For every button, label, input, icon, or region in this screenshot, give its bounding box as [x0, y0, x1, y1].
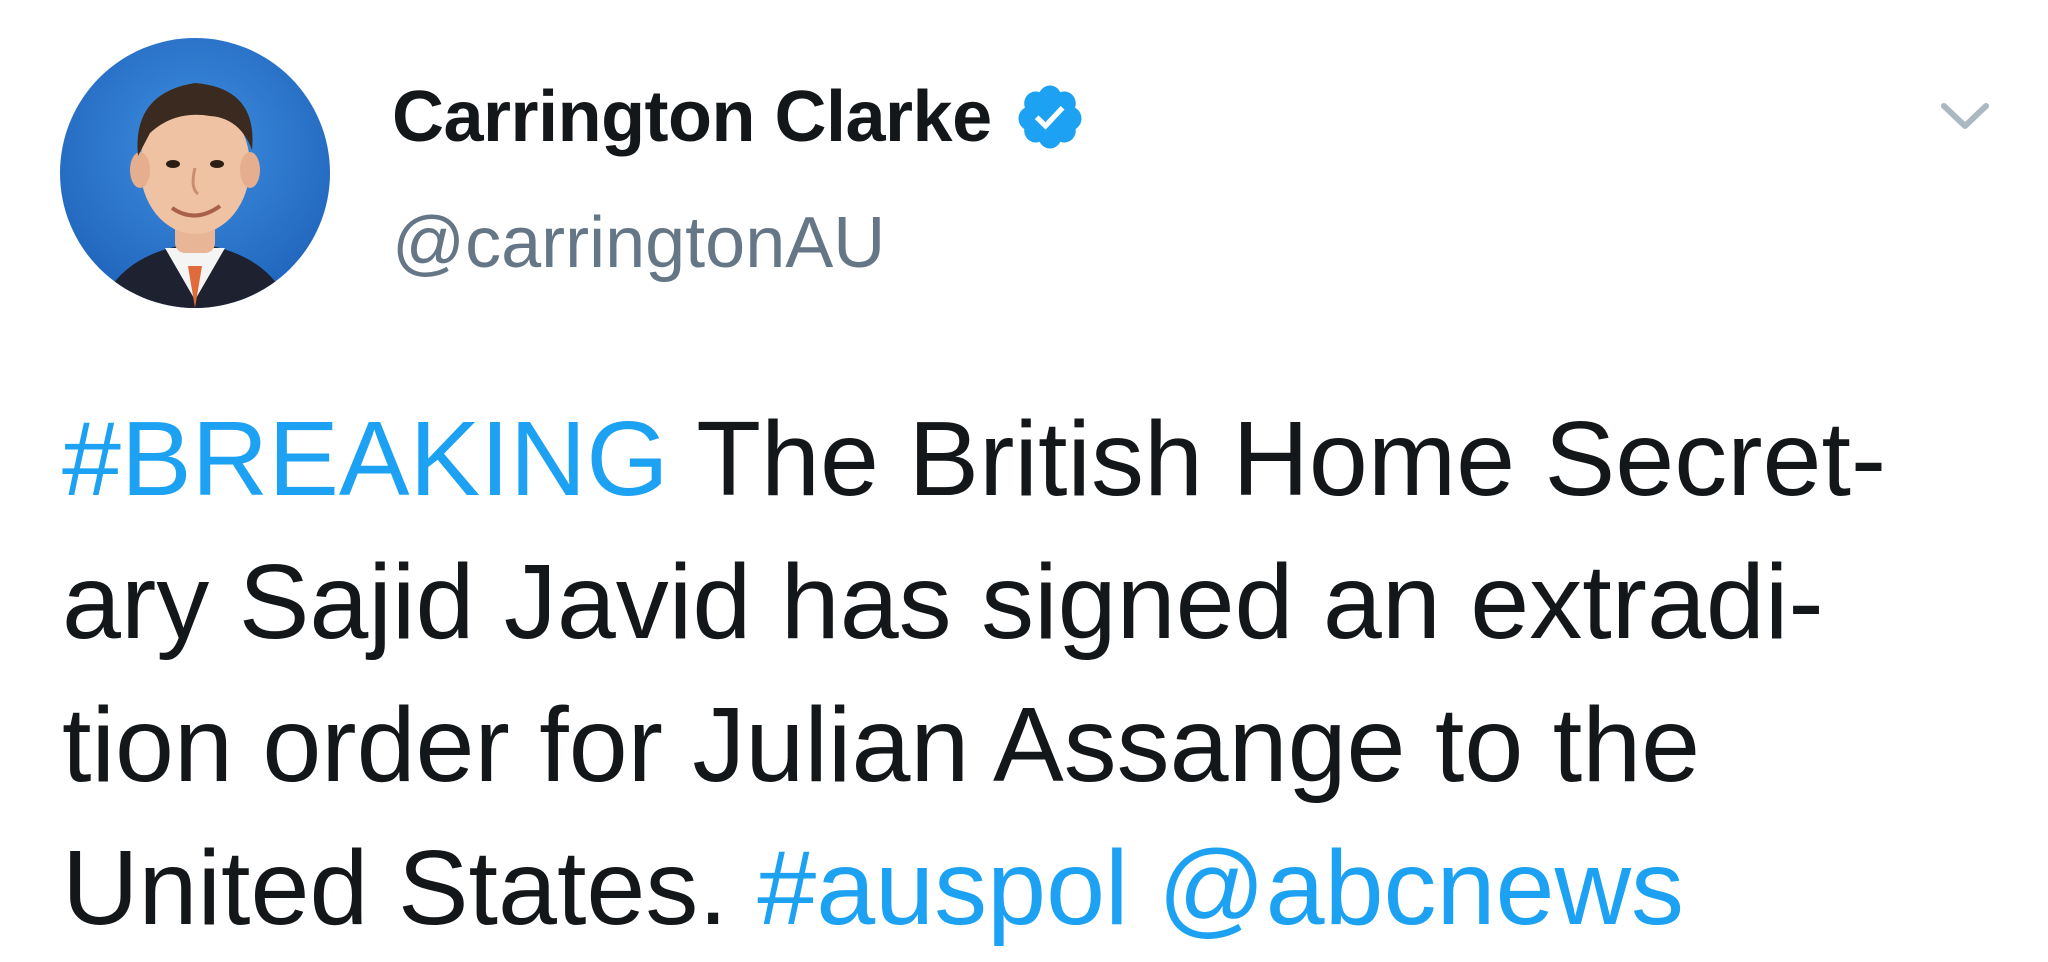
tweet-line-4: United States. #auspol @abcnews [62, 817, 2022, 960]
profile-photo [60, 38, 330, 308]
hashtag-auspol-link[interactable]: #auspol [757, 829, 1128, 947]
tweet-text-space [1129, 829, 1158, 947]
user-handle[interactable]: @carringtonAU [392, 198, 885, 288]
verified-badge-icon [1014, 81, 1086, 153]
tweet-text: #BREAKING The British Home Secret- ary S… [62, 388, 2022, 960]
tweet-text-segment: United States. [62, 829, 758, 947]
hashtag-breaking-link[interactable]: #BREAKING [62, 400, 669, 518]
tweet-text-segment: The British Home Secret- [668, 400, 1887, 518]
display-name[interactable]: Carrington Clarke [392, 72, 992, 162]
tweet-line-1: #BREAKING The British Home Secret- [62, 388, 2022, 531]
mention-abcnews-link[interactable]: @abcnews [1158, 829, 1684, 947]
user-name-row: Carrington Clarke [392, 72, 1086, 162]
tweet-menu-button[interactable] [1930, 80, 2000, 150]
tweet-line-2: ary Sajid Javid has signed an extradi- [62, 543, 1824, 661]
chevron-down-icon [1941, 103, 1989, 129]
tweet-line-3: tion order for Julian Assange to the [62, 686, 1701, 804]
avatar[interactable] [60, 38, 330, 308]
